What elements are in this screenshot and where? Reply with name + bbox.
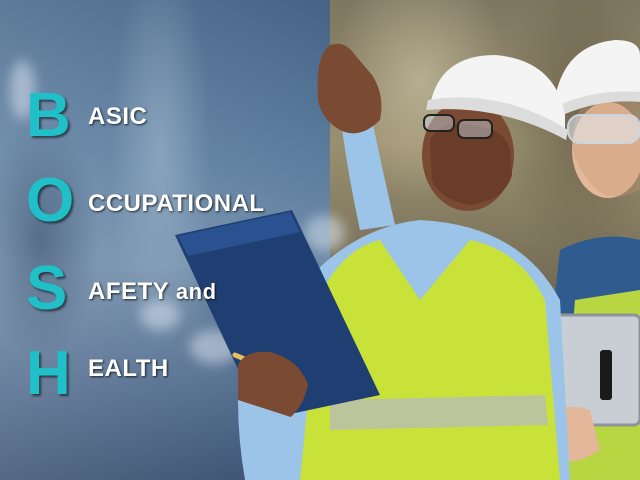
acronym-word-basic: ASIC [88,103,148,130]
acronym-word-health: EALTH [88,355,169,382]
acronym-letter-b: B [26,81,71,150]
acronym-letter-h: H [26,339,71,408]
acronym-word-occupational: CCUPATIONAL [88,190,265,217]
acronym-letter-o: O [26,166,75,235]
acronym-letter-s: S [26,254,68,323]
worker-man [175,43,570,480]
acronym-word-and: and [175,279,217,304]
acronym-word-safety: AFETY [88,278,169,305]
bosh-banner: B O S H ASIC CCUPATIONAL AFETY and EALTH [0,0,640,480]
acronym-word-safety-and: AFETY and [88,278,217,306]
workers-illustration [175,40,640,480]
